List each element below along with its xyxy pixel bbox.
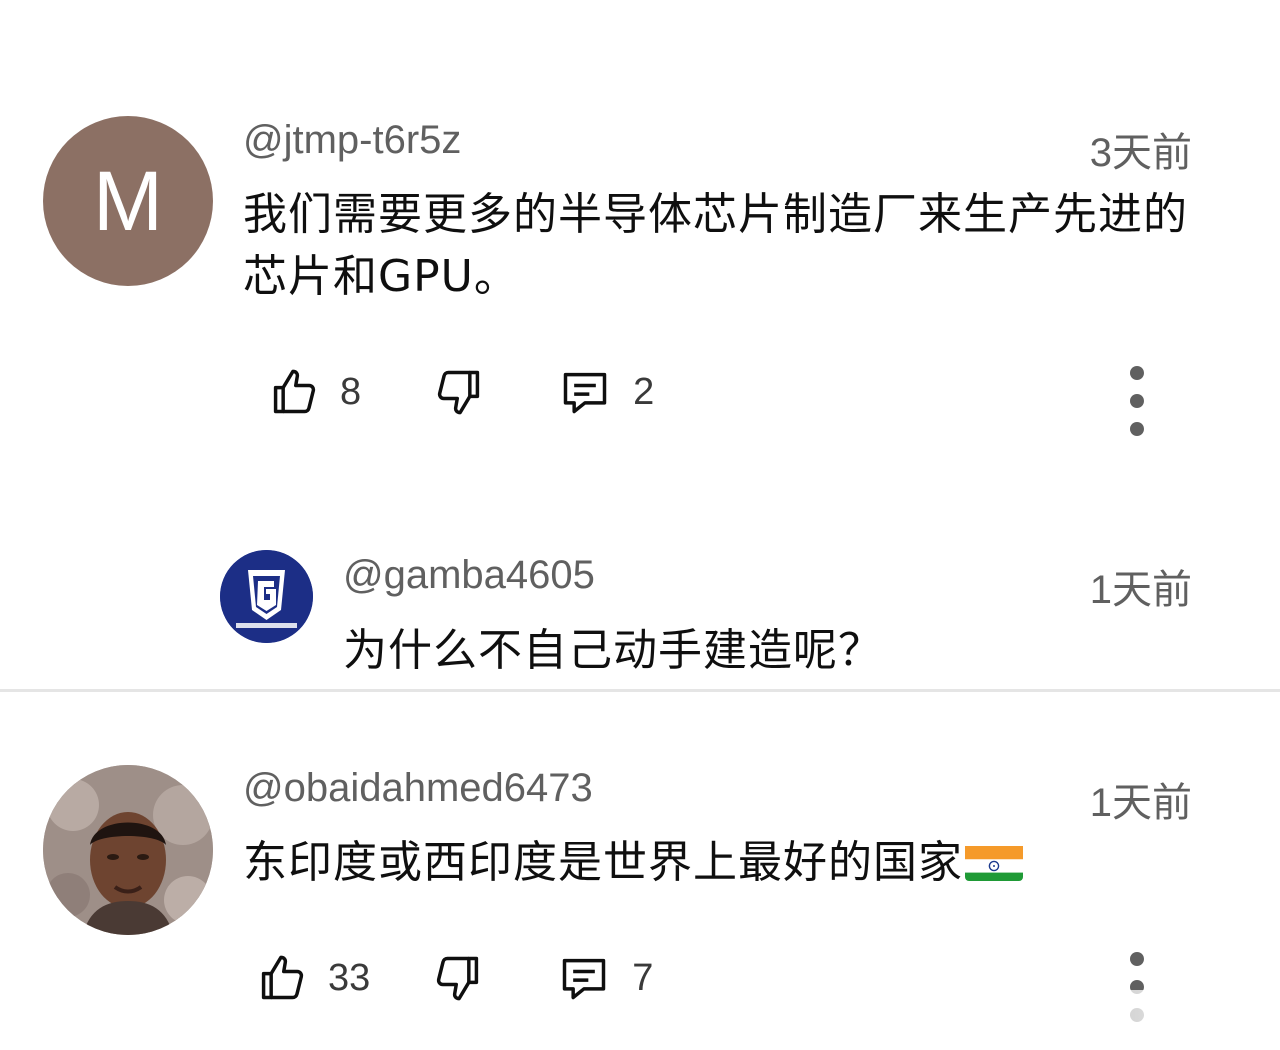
like-button[interactable]: 8 [268, 366, 361, 418]
thumb-down-icon [438, 370, 480, 415]
comment-text: 为什么不自己动手建造呢？ [343, 625, 883, 676]
india-flag-icon [965, 841, 1023, 881]
comment-time: 1天前 [1089, 568, 1192, 612]
dislike-button[interactable] [433, 366, 485, 418]
comment-author[interactable]: @obaidahmed6473 [243, 766, 593, 811]
dislike-button[interactable] [432, 952, 484, 1004]
avatar-letter: M [93, 153, 163, 248]
avatar[interactable] [220, 550, 313, 643]
thumb-down-icon [437, 956, 479, 1001]
like-button[interactable]: 33 [256, 952, 370, 1004]
comment-author[interactable]: @jtmp-t6r5z [243, 118, 461, 163]
comment-icon [563, 372, 607, 414]
comment-text-body: 东印度或西印度是世界上最好的国家 [243, 837, 963, 888]
comment-actions: 8 2 [268, 362, 654, 422]
comment-time: 1天前 [1089, 781, 1192, 825]
user-photo-icon [43, 765, 213, 935]
avatar[interactable] [43, 765, 213, 935]
avatar[interactable]: M [43, 116, 213, 286]
watermark-overlay [1110, 990, 1280, 1030]
reply-button[interactable]: 2 [557, 366, 654, 418]
comments-page: M @jtmp-t6r5z 3天前 我们需要更多的半导体芯片制造厂来生产先进的芯… [0, 0, 1280, 1050]
like-count: 33 [328, 956, 371, 999]
reply-count: 2 [633, 370, 655, 413]
comment-author[interactable]: @gamba4605 [343, 553, 595, 598]
more-icon [1130, 952, 1144, 966]
divider [0, 689, 1280, 692]
reply-button[interactable]: 7 [556, 952, 653, 1004]
comment-icon [563, 958, 606, 1000]
comment-text: 我们需要更多的半导体芯片制造厂来生产先进的芯片和GPU。 [243, 189, 1188, 302]
gamba-osaka-logo-icon [220, 550, 313, 643]
more-options-button[interactable] [1117, 366, 1157, 436]
thumb-up-icon [261, 955, 304, 1000]
comment-actions: 33 7 [256, 948, 653, 1008]
reply-count: 7 [632, 956, 654, 999]
comment-text: 东印度或西印度是世界上最好的国家 [243, 832, 1193, 894]
comment-time: 3天前 [1089, 131, 1192, 175]
thumb-up-icon [273, 369, 316, 414]
like-count: 8 [340, 370, 362, 413]
more-icon [1130, 366, 1144, 380]
